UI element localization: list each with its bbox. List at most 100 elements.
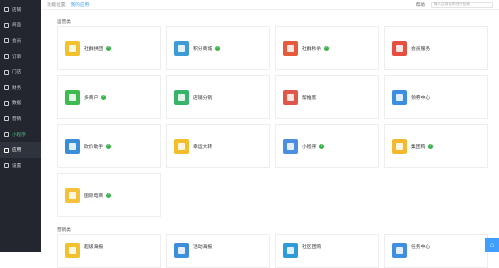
app-icon-glyph	[178, 93, 185, 101]
sidebar-item[interactable]: 数据	[0, 96, 41, 112]
sidebar-item[interactable]: 门店	[0, 64, 41, 80]
sidebar-item[interactable]: 小程序	[0, 127, 41, 143]
app-icon-glyph	[69, 93, 76, 101]
app-card[interactable]: 店铺分销	[166, 75, 270, 119]
multi-merchant-icon	[65, 89, 80, 105]
app-name: 会员服务	[411, 46, 431, 52]
sidebar-item[interactable]: 应用	[0, 142, 41, 158]
marketing-icon	[4, 116, 9, 122]
app-card[interactable]: 国际电商 ✓	[57, 173, 161, 217]
installed-check-icon: ✓	[324, 45, 330, 51]
app-card[interactable]: 社群秒杀 ✓	[275, 26, 379, 70]
app-card[interactable]: 小程序 ✓	[275, 124, 379, 168]
search-input[interactable]: 输入应用名称进行检索	[431, 1, 493, 8]
app-card[interactable]: 社群拼团 ✓	[57, 26, 161, 70]
sidebar-item-label: 会员	[12, 37, 22, 43]
app-icon-glyph	[287, 93, 294, 101]
promoter-icon	[283, 89, 298, 105]
bargain-icon	[65, 138, 80, 154]
apps-content: 运营类 社群拼团 ✓ 积分商城 ✓ 社群秒杀 ✓ 会员服务 多商户 ✓ 店铺分销 帮推客 领券中心 砍价…	[57, 18, 489, 268]
app-card[interactable]: 砍价助手 ✓	[57, 124, 161, 168]
group-buy-icon	[65, 40, 80, 56]
installed-check-icon: ✓	[215, 45, 221, 51]
sidebar-item[interactable]: 订单	[0, 49, 41, 65]
app-card[interactable]: 会员服务	[384, 26, 488, 70]
app-card[interactable]: 集团购 ✓	[384, 124, 488, 168]
app-name: 幸运大转	[193, 144, 213, 150]
app-icon-glyph	[287, 44, 294, 52]
installed-check-icon: ✓	[319, 143, 325, 149]
sidebar-item-label: 门店	[12, 69, 22, 75]
sidebar-item-label: 数据	[12, 100, 22, 106]
app-card[interactable]: 社区团购	[275, 234, 379, 268]
member-service-icon	[392, 40, 407, 56]
store-icon	[4, 69, 9, 75]
sidebar-item-label: 订单	[12, 53, 22, 59]
sidebar-item-label: 应用	[12, 147, 22, 153]
sidebar-item[interactable]: 财务	[0, 80, 41, 96]
app-name: 国际电商	[84, 193, 104, 199]
app-name: 砍价助手	[84, 144, 104, 150]
home-icon: ⌂	[489, 241, 495, 249]
section-title: 营销类	[57, 227, 71, 232]
points-mall-icon	[174, 40, 189, 56]
section-marketing: 营销类 超级海报 活动海报 社区团购 任务中心	[57, 226, 489, 268]
app-icon-glyph	[396, 247, 403, 254]
app-grid: 社群拼团 ✓ 积分商城 ✓ 社群秒杀 ✓ 会员服务 多商户 ✓ 店铺分销 帮推客 领券中心 砍价助手 ✓ 幸…	[57, 26, 489, 217]
corner-home-button[interactable]: ⌂	[485, 238, 499, 252]
help-link[interactable]: 帮助	[416, 2, 425, 8]
app-icon-glyph	[396, 93, 403, 101]
installed-check-icon: ✓	[101, 94, 107, 100]
flash-sale-icon	[283, 40, 298, 56]
breadcrumb-current[interactable]: 我的应用	[71, 2, 89, 8]
app-name: 积分商城	[193, 46, 213, 52]
community-icon	[283, 243, 298, 258]
app-card[interactable]: 超级海报	[57, 234, 161, 268]
app-icon-glyph	[69, 142, 76, 150]
member-icon	[4, 38, 9, 44]
app-name: 活动海报	[193, 245, 213, 250]
cross-border-icon	[65, 187, 80, 203]
section-title: 运营类	[57, 19, 71, 24]
settings-icon	[4, 163, 9, 169]
top-right: 帮助 输入应用名称进行检索	[416, 1, 493, 8]
app-name: 多商户	[84, 95, 99, 101]
app-icon-glyph	[178, 142, 185, 150]
sidebar-item[interactable]: 营销	[0, 111, 41, 127]
top-bar: 功能位置: 我的应用 帮助 输入应用名称进行检索	[41, 0, 499, 10]
app-card[interactable]: 幸运大转	[166, 124, 270, 168]
sidebar-item-label: 商品	[12, 22, 22, 28]
breadcrumb-prefix: 功能位置:	[47, 1, 67, 7]
app-name: 社群秒杀	[302, 46, 322, 52]
app-card[interactable]: 领券中心	[384, 75, 488, 119]
sidebar-item[interactable]: 店铺	[0, 2, 41, 18]
app-card[interactable]: 多商户 ✓	[57, 75, 161, 119]
sidebar-item[interactable]: 商品	[0, 18, 41, 34]
distribution-icon	[174, 89, 189, 105]
sidebar-item-label: 小程序	[12, 131, 26, 137]
miniapp-icon	[4, 132, 9, 138]
app-name: 社群拼团	[84, 46, 104, 52]
installed-check-icon: ✓	[106, 192, 112, 198]
app-icon-glyph	[396, 44, 403, 52]
app-card[interactable]: 帮推客	[275, 75, 379, 119]
app-card[interactable]: 活动海报	[166, 234, 270, 268]
group-purchase-icon	[392, 138, 407, 154]
sidebar-item[interactable]: 设置	[0, 158, 41, 174]
app-icon-glyph	[178, 247, 185, 254]
lucky-wheel-icon	[174, 138, 189, 154]
sidebar-item-label: 财务	[12, 84, 22, 90]
app-card[interactable]: 任务中心	[384, 234, 488, 268]
app-icon-glyph	[69, 44, 76, 52]
sidebar-item-label: 店铺	[12, 6, 22, 12]
sidebar-item-label: 设置	[12, 162, 22, 168]
order-icon	[4, 54, 9, 60]
app-name: 领券中心	[411, 95, 431, 101]
sidebar-item[interactable]: 会员	[0, 33, 41, 49]
app-card[interactable]: 积分商城 ✓	[166, 26, 270, 70]
app-icon-glyph	[178, 44, 185, 52]
shop-icon	[4, 7, 9, 13]
poster-icon	[65, 243, 80, 258]
coupon-center-icon	[392, 89, 407, 105]
app-name: 社区团购	[302, 245, 322, 250]
